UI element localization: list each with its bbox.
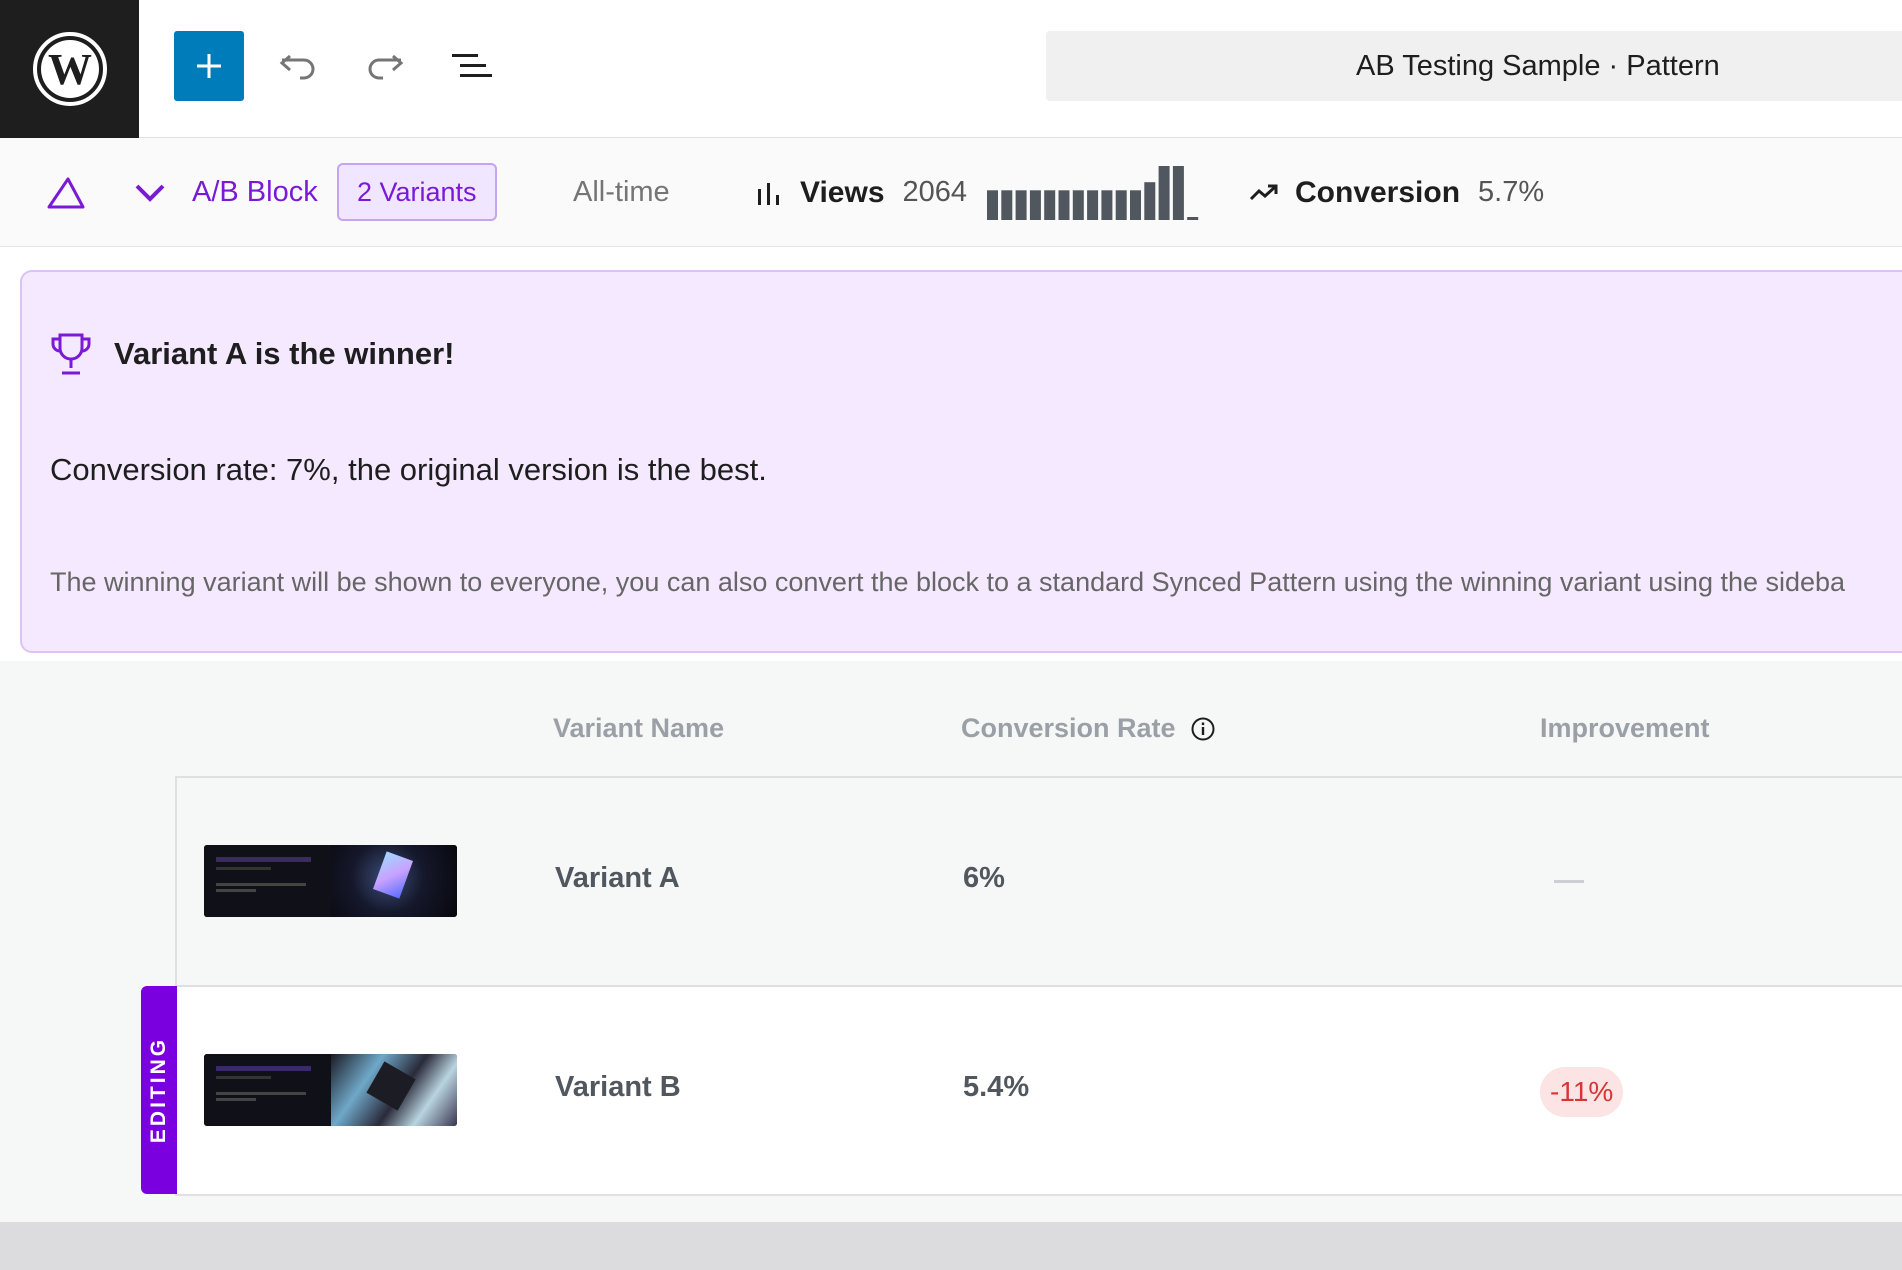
views-value: 2064 (902, 176, 968, 208)
variant-a-improvement-empty (1554, 880, 1584, 883)
editor-footer (0, 1222, 1902, 1270)
sparkline-bar (1072, 189, 1084, 220)
period-selector[interactable]: All-time (573, 138, 670, 247)
svg-text:W: W (48, 45, 92, 94)
document-title[interactable]: AB Testing Sample · Pattern (1046, 31, 1902, 101)
plus-icon (197, 54, 221, 78)
editing-indicator: EDITING (141, 986, 177, 1194)
variant-a-thumbnail[interactable] (204, 845, 457, 917)
sparkline-bar (1001, 189, 1013, 220)
list-view-icon (452, 54, 492, 77)
sparkline-bar (1158, 165, 1170, 220)
list-view-button[interactable] (446, 40, 498, 92)
sparkline-bar (987, 189, 999, 220)
conversion-value: 5.7% (1478, 176, 1545, 208)
trophy-icon (51, 333, 91, 375)
sparkline-bar (1015, 189, 1027, 220)
sparkline-bar (1187, 216, 1199, 220)
notice-header: Variant A is the winner! (50, 332, 455, 376)
redo-button[interactable] (359, 40, 411, 92)
sparkline-bar (1101, 189, 1113, 220)
ab-block-toolbar: A/B Block 2 Variants All-time Views 2064… (0, 138, 1902, 247)
variant-b-improvement-badge: -11% (1540, 1067, 1624, 1117)
sparkline-bar (1172, 165, 1184, 220)
sparkline-bar (1044, 189, 1056, 220)
views-sparkline (987, 165, 1199, 220)
redo-icon (368, 54, 404, 80)
trending-up-icon (1249, 184, 1278, 200)
conversion-stat: Conversion 5.7% (1249, 138, 1544, 247)
variant-a-rate: 6% (963, 862, 1005, 894)
triangle-icon (47, 177, 85, 208)
editing-label: EDITING (147, 1036, 171, 1144)
table-row-variant-a[interactable]: Variant A 6% (175, 776, 1902, 985)
wordpress-logo-button[interactable]: W (0, 0, 139, 138)
sparkline-bar (1029, 189, 1041, 220)
variant-b-thumbnail[interactable] (204, 1054, 457, 1126)
collapse-toggle[interactable] (134, 138, 166, 247)
bar-chart-icon (758, 182, 779, 205)
sparkline-bar (1144, 181, 1156, 220)
conversion-rate-header-label: Conversion Rate (961, 713, 1176, 743)
editor-header: W AB Testing Sample · Pattern (0, 0, 1902, 138)
block-type-button[interactable] (46, 138, 86, 247)
sparkline-bar (1087, 189, 1099, 220)
variants-table: Variant Name Conversion Rate Improvement… (0, 661, 1902, 1222)
undo-button[interactable] (272, 40, 324, 92)
winner-notice: Variant A is the winner! Conversion rate… (20, 270, 1902, 653)
column-header-variant-name: Variant Name (553, 713, 725, 743)
wordpress-logo-icon: W (32, 32, 107, 106)
sparkline-bar (1130, 189, 1142, 220)
views-stat: Views 2064 (756, 138, 1202, 247)
views-label: Views (800, 175, 885, 209)
column-header-improvement: Improvement (1540, 713, 1710, 743)
chevron-down-icon (135, 184, 165, 202)
variant-a-name: Variant A (555, 862, 680, 894)
sparkline-bar (1115, 189, 1127, 220)
variants-badge[interactable]: 2 Variants (337, 163, 497, 221)
info-icon[interactable] (1190, 716, 1216, 742)
notice-rate-text: Conversion rate: 7%, the original versio… (50, 452, 767, 487)
table-row-variant-b[interactable]: Variant B 5.4% -11% (175, 985, 1902, 1196)
block-name[interactable]: A/B Block (192, 138, 318, 247)
column-header-conversion-rate: Conversion Rate (961, 713, 1216, 744)
conversion-label: Conversion (1295, 175, 1461, 209)
notice-title: Variant A is the winner! (114, 336, 455, 371)
variant-b-rate: 5.4% (963, 1071, 1030, 1103)
notice-description: The winning variant will be shown to eve… (50, 567, 1846, 597)
variant-b-name: Variant B (555, 1071, 681, 1103)
undo-icon (279, 54, 315, 80)
sparkline-bar (1058, 189, 1070, 220)
add-block-button[interactable] (174, 31, 244, 101)
